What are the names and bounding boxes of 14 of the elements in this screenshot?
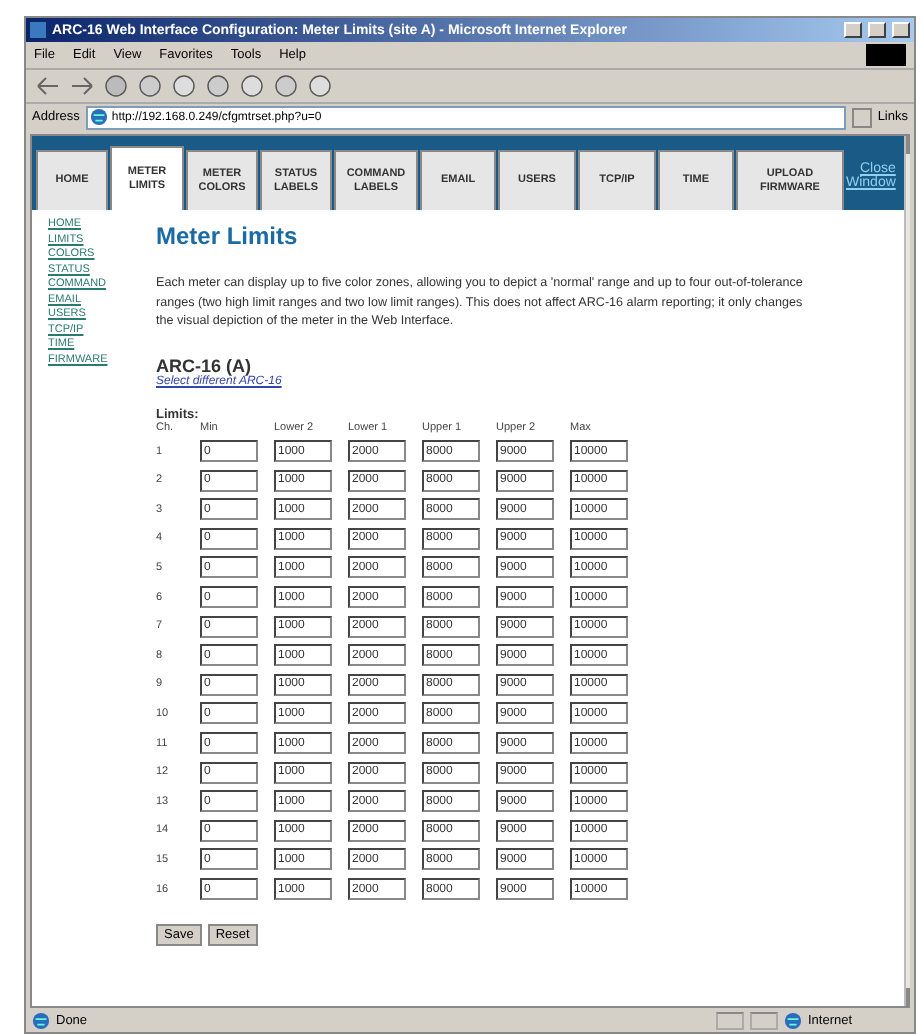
page-icon: [89, 108, 108, 126]
browser-icon: [30, 22, 46, 38]
forward-arrow-icon[interactable]: [70, 76, 94, 96]
close-button[interactable]: [892, 22, 910, 38]
page-heading: Meter Limits: [156, 222, 300, 250]
maximize-button[interactable]: [868, 22, 886, 38]
back-arrow-icon[interactable]: [36, 76, 60, 96]
status-cell: [716, 1011, 744, 1029]
device-heading: ARC-16 (A): [156, 355, 252, 375]
windows-logo: [866, 44, 906, 66]
status-cell: [750, 1011, 778, 1029]
minimize-button[interactable]: [844, 22, 862, 38]
page-icon: [32, 1011, 50, 1029]
globe-icon: [784, 1011, 802, 1029]
